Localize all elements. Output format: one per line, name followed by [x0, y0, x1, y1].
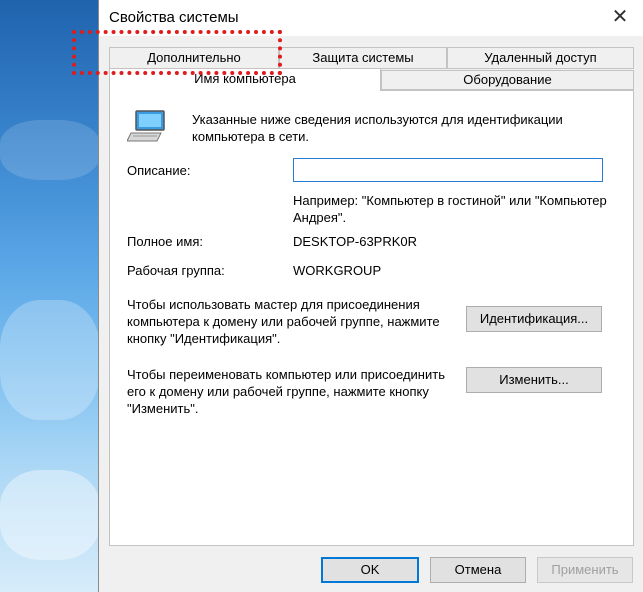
window-title: Свойства системы: [109, 9, 239, 26]
system-properties-window: Свойства системы ✕ Дополнительно Защита …: [98, 0, 643, 592]
change-button[interactable]: Изменить...: [466, 367, 602, 393]
tab-advanced[interactable]: Дополнительно: [109, 47, 279, 69]
apply-button[interactable]: Применить: [537, 557, 633, 583]
close-icon[interactable]: ✕: [609, 6, 631, 28]
fullname-value: DESKTOP-63PRK0R: [293, 234, 418, 249]
title-bar: Свойства системы ✕: [99, 0, 643, 36]
tab-computer-name[interactable]: Имя компьютера: [109, 68, 381, 91]
desktop-streak: [0, 120, 100, 180]
identify-button[interactable]: Идентификация...: [466, 306, 602, 332]
tab-hardware[interactable]: Оборудование: [381, 70, 634, 90]
workgroup-label: Рабочая группа:: [127, 263, 225, 278]
ok-button[interactable]: OK: [321, 557, 419, 583]
intro-text: Указанные ниже сведения используются для…: [192, 112, 563, 144]
fullname-label: Полное имя:: [127, 234, 203, 249]
cancel-button[interactable]: Отмена: [430, 557, 526, 583]
computer-name-panel: Указанные ниже сведения используются для…: [109, 90, 634, 546]
rename-text: Чтобы переименовать компьютер или присое…: [127, 367, 445, 416]
tab-system-protection[interactable]: Защита системы: [279, 47, 447, 69]
description-hint: Например: "Компьютер в гостиной" или "Ко…: [293, 193, 607, 225]
tab-remote[interactable]: Удаленный доступ: [447, 47, 634, 69]
description-label: Описание:: [127, 163, 191, 178]
workgroup-value: WORKGROUP: [293, 263, 382, 278]
desktop-streak: [0, 470, 100, 560]
desktop-streak: [0, 300, 100, 420]
description-input[interactable]: [293, 158, 603, 182]
computer-icon: [127, 110, 165, 142]
wizard-text: Чтобы использовать мастер для присоедине…: [127, 297, 440, 346]
